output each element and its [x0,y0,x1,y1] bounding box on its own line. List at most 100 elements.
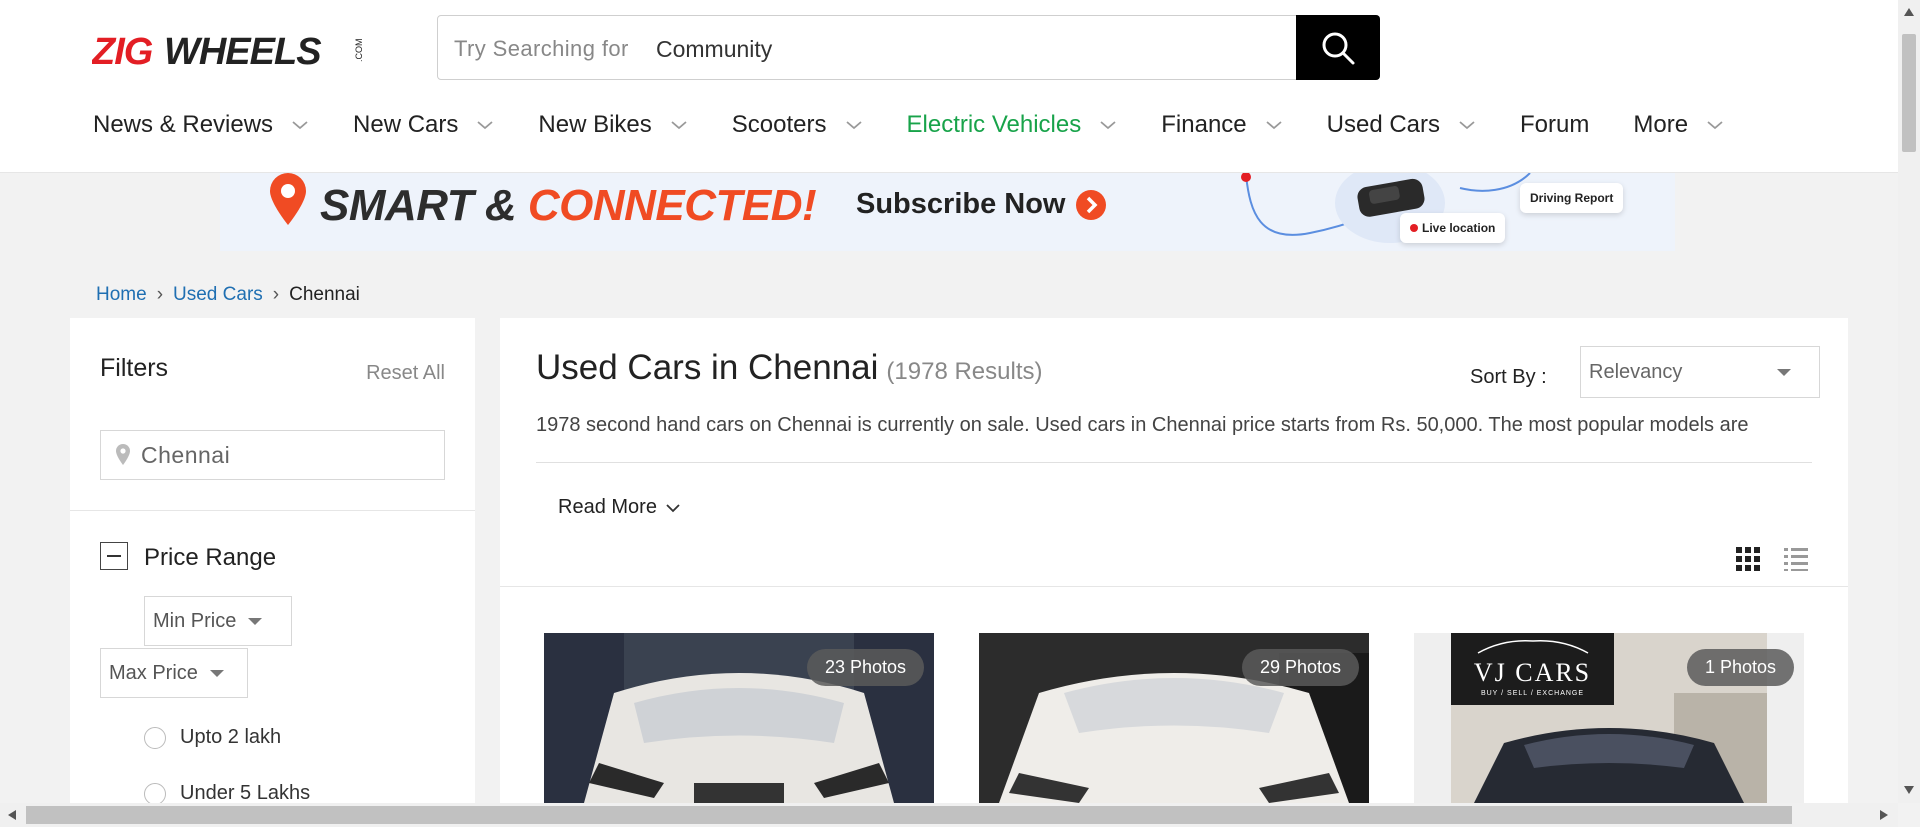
read-more-label: Read More [558,496,657,518]
filters-title: Filters [100,354,169,382]
chevron-down-icon [845,121,862,130]
listing-description: 1978 second hand cars on Chennai is curr… [536,414,1749,436]
banner-headline: SMART & CONNECTED! [320,181,817,230]
nav-item-news-reviews[interactable]: News & Reviews [93,111,309,139]
search-button[interactable] [1296,15,1380,80]
breadcrumb-current: Chennai [289,284,360,305]
sort-value: Relevancy [1589,360,1683,383]
photo-count-badge: 29 Photos [1241,649,1359,686]
vertical-scrollbar[interactable] [1898,0,1920,803]
grid-view-icon[interactable] [1735,546,1761,572]
scroll-right-arrow-icon[interactable] [1880,810,1888,820]
chevron-down-icon [1459,121,1475,130]
page-title-text: Used Cars in Chennai [536,348,879,387]
collapse-price-range-button[interactable] [100,542,128,570]
nav-item-finance[interactable]: Finance [1161,111,1282,139]
sort-select[interactable]: Relevancy [1580,346,1820,398]
nav-item-scooters[interactable]: Scooters [732,111,863,139]
scroll-left-arrow-icon[interactable] [8,810,16,820]
vertical-scrollbar-thumb[interactable] [1902,34,1916,152]
price-range-title: Price Range [144,544,277,571]
radio-button[interactable] [144,782,166,805]
sort-label: Sort By : [1470,366,1547,388]
car-card[interactable]: 23 Photos [544,633,934,803]
breadcrumb-home[interactable]: Home [96,284,147,306]
dropdown-arrow-icon [209,669,224,677]
price-option-label: Upto 2 lakh [180,726,282,748]
list-view-icon[interactable] [1783,546,1809,572]
photo-count-badge: 23 Photos [806,649,924,686]
dropdown-arrow-icon [1777,369,1791,376]
filters-panel: Filters Reset All Chennai Price Range Mi… [70,318,475,805]
banner-cta[interactable]: Subscribe Now [856,188,1106,221]
nav-item-electric-vehicles[interactable]: Electric Vehicles [907,111,1118,139]
banner-card-live-location: Live location [1400,213,1506,243]
radio-button[interactable] [144,726,166,749]
divider [536,462,1812,463]
main-nav: News & Reviews New Cars New Bikes Scooters E… [93,108,1768,142]
chevron-down-icon [1266,121,1282,130]
nav-item-new-cars[interactable]: New Cars [353,111,494,139]
search-placeholder: Try Searching for [454,36,629,61]
nav-item-more[interactable]: More [1633,111,1724,139]
nav-item-label: Used Cars [1326,111,1441,138]
nav-item-label: Scooters [731,111,827,138]
horizontal-scrollbar[interactable] [0,803,1898,827]
zigwheels-logo[interactable]: ZIG WHEELS .COM [91,30,374,73]
min-price-label: Min Price [153,609,237,632]
price-option-upto-2-lakh[interactable]: Upto 2 lakh [144,726,281,749]
divider [500,586,1848,587]
nav-item-label: New Bikes [538,111,652,138]
search-bar[interactable]: Try Searching for Community [437,15,1380,80]
max-price-select[interactable]: Max Price [100,648,248,698]
results-count: (1978 Results) [886,358,1043,385]
nav-item-label: Electric Vehicles [906,111,1082,138]
scroll-down-arrow-icon[interactable] [1904,786,1914,794]
nav-item-label: News & Reviews [93,111,274,138]
price-option-label: Under 5 Lakhs [180,782,311,804]
dealer-logo: VJ CARS BUY / SELL / EXCHANGE [1451,633,1614,705]
nav-item-new-bikes[interactable]: New Bikes [538,111,687,139]
live-dot-icon [1410,224,1418,232]
scroll-up-arrow-icon[interactable] [1904,8,1914,16]
page-title: Used Cars in Chennai (1978 Results) [536,348,1042,388]
search-icon [1322,32,1355,64]
svg-text:WHEELS: WHEELS [164,31,321,70]
price-option-under-5-lakhs[interactable]: Under 5 Lakhs [144,782,310,805]
read-more-button[interactable]: Read More [558,496,681,519]
breadcrumb: Home › Used Cars › Chennai [96,284,360,306]
chevron-down-icon [292,121,308,130]
horizontal-scrollbar-thumb[interactable] [26,806,1792,824]
dropdown-arrow-icon [248,617,263,625]
promo-banner[interactable]: SMART & CONNECTED! Subscribe Now Driving… [220,173,1675,251]
listing-panel: Used Cars in Chennai (1978 Results) Sort… [500,318,1848,803]
svg-text:.COM: .COM [354,39,364,63]
nav-item-used-cars[interactable]: Used Cars [1327,111,1476,139]
nav-item-label: New Cars [353,111,459,138]
chevron-down-icon [666,503,680,512]
max-price-label: Max Price [109,661,198,684]
nav-item-label: More [1633,111,1689,138]
svg-text:ZIG: ZIG [92,31,153,70]
chevron-down-icon [477,121,493,130]
breadcrumb-separator-icon: › [272,284,280,305]
banner-card-driving-report: Driving Report [1520,183,1624,213]
divider [70,510,475,511]
breadcrumb-used-cars[interactable]: Used Cars [173,284,263,306]
search-input[interactable]: Community [656,36,772,63]
chevron-down-icon [1100,121,1116,130]
nav-item-label: Finance [1161,111,1247,138]
reset-all-button[interactable]: Reset All [366,362,445,385]
breadcrumb-separator-icon: › [156,284,164,305]
chevron-down-icon [671,121,687,130]
photo-count-badge: 1 Photos [1686,649,1794,686]
arrow-right-icon [1075,189,1106,220]
dealer-car-icon [1477,640,1588,654]
min-price-select[interactable]: Min Price [144,596,292,646]
location-input[interactable]: Chennai [100,430,445,480]
location-pin-icon [116,444,130,465]
car-card[interactable]: VJ CARS BUY / SELL / EXCHANGE 1 Photos [1414,633,1804,803]
location-pin-icon [270,173,306,225]
car-card[interactable]: 29 Photos [979,633,1369,803]
nav-item-forum[interactable]: Forum [1520,111,1589,139]
